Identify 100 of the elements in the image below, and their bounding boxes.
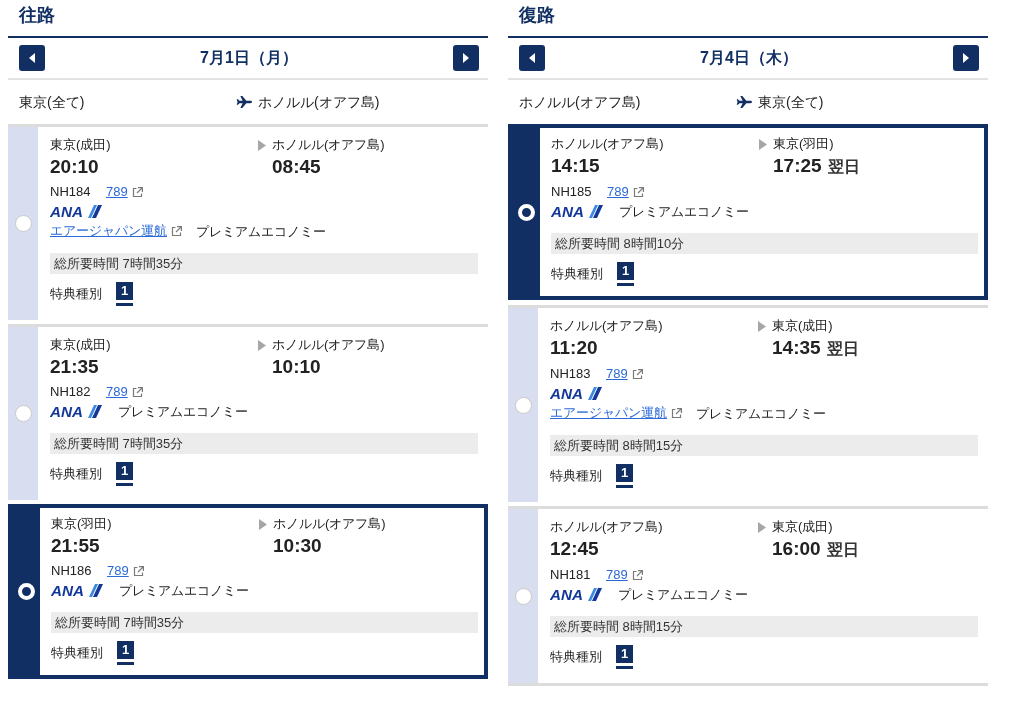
arrival-time: 16:00 (772, 537, 821, 561)
departure-time: 14:15 (551, 154, 600, 178)
departure-airport: ホノルル(オアフ島) (551, 135, 664, 153)
award-type-badge: 1 (116, 282, 133, 306)
total-duration: 総所要時間 7時間35分 (51, 612, 478, 633)
external-link-icon (631, 368, 643, 380)
departure-airport: ホノルル(オアフ島) (550, 317, 663, 335)
next-day-button[interactable] (453, 45, 479, 71)
airline-logo: ANA (550, 386, 602, 401)
arrival-time: 08:45 (272, 155, 321, 179)
award-type-label: 特典種別 (50, 285, 102, 304)
total-duration: 総所要時間 7時間35分 (50, 433, 478, 454)
next-day-note: 翌日 (826, 540, 859, 560)
airline-logo: ANA (551, 204, 603, 219)
triangle-icon (258, 139, 266, 151)
arrival-time: 10:30 (273, 534, 322, 558)
triangle-icon (259, 518, 267, 530)
section-title: 往路 (19, 4, 55, 26)
cabin-class: プレミアムエコノミー (618, 586, 748, 604)
award-type-badge: 1 (616, 645, 633, 669)
arrival-time: 14:35 (772, 336, 821, 360)
operator-link[interactable]: エアージャパン運航 (50, 221, 167, 241)
operator-link[interactable]: エアージャパン運航 (550, 403, 667, 423)
radio-button[interactable] (14, 215, 32, 232)
triangle-icon (759, 138, 767, 150)
destination-label: 東京(全て) (758, 92, 824, 112)
arrival-airport: ホノルル(オアフ島) (272, 136, 385, 154)
airline-logo: ANA (50, 204, 102, 219)
award-type-label: 特典種別 (51, 644, 103, 663)
cabin-class: プレミアムエコノミー (196, 222, 326, 241)
total-duration: 総所要時間 8時間15分 (550, 435, 978, 456)
next-day-note: 翌日 (826, 339, 859, 359)
cabin-class: プレミアムエコノミー (696, 404, 826, 423)
previous-day-button[interactable] (19, 45, 45, 71)
caret-left-icon (529, 53, 535, 63)
flight-number: NH186 (51, 562, 93, 580)
aircraft-link[interactable]: 789 (106, 382, 128, 402)
plane-icon (736, 94, 752, 110)
plane-icon (236, 94, 252, 110)
award-type-badge: 1 (117, 641, 134, 665)
flight-number: NH181 (550, 566, 592, 584)
external-link-icon (671, 407, 682, 419)
arrival-time: 10:10 (272, 355, 321, 379)
departure-airport: ホノルル(オアフ島) (550, 518, 663, 536)
arrival-time: 17:25 (773, 154, 822, 178)
departure-time: 12:45 (550, 537, 599, 561)
arrival-airport: 東京(成田) (772, 317, 833, 335)
award-type-badge: 1 (617, 262, 634, 286)
airline-logo: ANA (550, 587, 602, 602)
next-day-note: 翌日 (827, 157, 860, 177)
arrival-airport: 東京(成田) (772, 518, 833, 536)
arrival-airport: ホノルル(オアフ島) (273, 515, 386, 533)
flight-number: NH182 (50, 383, 92, 401)
total-duration: 総所要時間 8時間15分 (550, 616, 978, 637)
aircraft-link[interactable]: 789 (606, 364, 628, 384)
award-type-label: 特典種別 (50, 465, 102, 484)
radio-button[interactable] (514, 587, 532, 605)
aircraft-link[interactable]: 789 (106, 182, 128, 202)
triangle-icon (758, 521, 766, 533)
award-type-badge: 1 (116, 462, 133, 486)
award-type-label: 特典種別 (550, 648, 602, 667)
award-type-label: 特典種別 (550, 467, 602, 486)
total-duration: 総所要時間 7時間35分 (50, 253, 478, 274)
external-link-icon (632, 186, 644, 198)
aircraft-link[interactable]: 789 (606, 565, 628, 585)
airline-logo: ANA (50, 404, 102, 419)
flight-number: NH183 (550, 365, 592, 383)
total-duration: 総所要時間 8時間10分 (551, 233, 978, 254)
previous-day-button[interactable] (519, 45, 545, 71)
aircraft-link[interactable]: 789 (107, 561, 129, 581)
external-link-icon (131, 186, 143, 198)
external-link-icon (631, 569, 643, 581)
cabin-class: プレミアムエコノミー (118, 403, 248, 421)
radio-button[interactable] (514, 396, 532, 414)
departure-time: 11:20 (550, 336, 598, 360)
next-day-button[interactable] (953, 45, 979, 71)
flight-number: NH185 (551, 183, 593, 201)
external-link-icon (171, 225, 182, 237)
departure-airport: 東京(成田) (50, 336, 111, 354)
flight-number: NH184 (50, 183, 92, 201)
radio-button[interactable] (14, 405, 32, 422)
award-type-badge: 1 (616, 464, 633, 488)
cabin-class: プレミアムエコノミー (119, 582, 249, 600)
origin-label: 東京(全て) (19, 93, 85, 110)
external-link-icon (132, 565, 144, 577)
origin-label: ホノルル(オアフ島) (519, 93, 641, 110)
caret-right-icon (963, 53, 969, 63)
departure-airport: 東京(羽田) (51, 515, 112, 533)
section-title: 復路 (519, 4, 555, 26)
departure-time: 21:35 (50, 355, 99, 379)
triangle-icon (258, 339, 266, 351)
award-type-label: 特典種別 (551, 265, 603, 284)
arrival-airport: 東京(羽田) (773, 135, 834, 153)
external-link-icon (131, 386, 143, 398)
cabin-class: プレミアムエコノミー (619, 203, 749, 221)
aircraft-link[interactable]: 789 (607, 182, 629, 202)
destination-label: ホノルル(オアフ島) (258, 92, 380, 112)
caret-left-icon (29, 53, 35, 63)
arrival-airport: ホノルル(オアフ島) (272, 336, 385, 354)
departure-time: 20:10 (50, 155, 99, 179)
